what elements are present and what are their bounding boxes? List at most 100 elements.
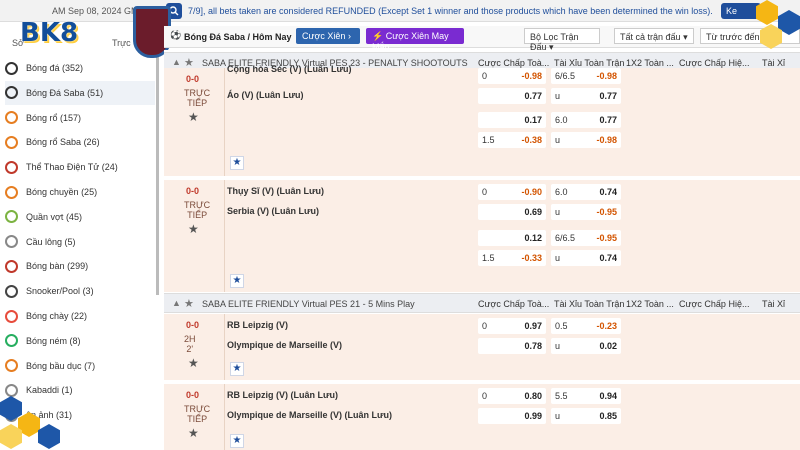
league-header[interactable]: ▲ ★ SABA ELITE FRIENDLY Virtual PES 21 - 5…	[164, 293, 800, 313]
add-favorite-icon[interactable]: ★	[230, 434, 244, 448]
sidebar-item[interactable]: Quần vợt (45)	[5, 205, 155, 229]
handicap-odds-cell[interactable]: 0.99	[478, 408, 546, 424]
lightning-icon: ⚡	[372, 31, 384, 41]
over-under-line: 6/6.5	[555, 233, 576, 243]
sidebar-scrollbar[interactable]	[156, 55, 159, 295]
chevron-down-icon: ▾	[683, 32, 688, 42]
handicap-odds-cell[interactable]: 0 0.97	[478, 318, 546, 334]
sidebar-item[interactable]: Bóng Đá Saba (51)	[5, 80, 155, 105]
over-under-odds-cell[interactable]: 6.0 0.77	[551, 112, 621, 128]
over-under-odds-cell[interactable]: 0.5 -0.23	[551, 318, 621, 334]
add-favorite-icon[interactable]: ★	[230, 362, 244, 376]
sidebar-item-count: (3)	[82, 286, 94, 297]
sidebar-item-label: Cầu lông	[26, 236, 63, 247]
favorite-star-icon[interactable]: ★	[188, 222, 199, 236]
parlay-label: Cược Xiên	[302, 31, 346, 41]
over-under-line: u	[555, 135, 561, 145]
over-under-odds-cell[interactable]: u 0.85	[551, 408, 621, 424]
handicap-line: 1.5	[482, 253, 495, 263]
handicap-odds: 0.69	[524, 207, 542, 217]
handicap-line: 0	[482, 71, 488, 81]
sport-icon	[5, 309, 18, 323]
over-under-odds-cell[interactable]: 5.5 0.94	[551, 388, 621, 404]
over-under-odds-cell[interactable]: 6/6.5 -0.98	[551, 68, 621, 84]
match-row: 0-0 TRỰC TIẾP ★ Thụy Sĩ (V) (Luân Lưu) Serbia…	[164, 180, 800, 292]
over-under-odds-cell[interactable]: u 0.74	[551, 250, 621, 266]
match-status: TRỰC TIẾP	[184, 200, 210, 220]
favorite-star-icon[interactable]: ★	[188, 356, 199, 370]
status-line-1: 2H	[184, 334, 196, 344]
over-under-odds: 0.77	[599, 91, 617, 101]
handicap-line: 0	[482, 391, 488, 401]
add-favorite-icon[interactable]: ★	[230, 156, 244, 170]
over-under-odds-cell[interactable]: u 0.77	[551, 88, 621, 104]
favorite-star-icon[interactable]: ★	[188, 426, 199, 440]
sidebar-item[interactable]: Snooker/Pool (3)	[5, 279, 155, 303]
over-under-odds-cell[interactable]: 6.0 0.74	[551, 184, 621, 200]
all-matches-label: Tất cả trận đấu	[620, 32, 681, 42]
handicap-odds-cell[interactable]: 0 -0.98	[478, 68, 546, 84]
over-under-odds-cell[interactable]: 6/6.5 -0.95	[551, 230, 621, 246]
sidebar-item[interactable]: Kabaddi (1)	[5, 378, 155, 402]
favorite-star-icon[interactable]: ★	[188, 110, 199, 124]
handicap-odds: 0.97	[524, 321, 542, 331]
handicap-odds: 0.12	[524, 233, 542, 243]
away-team: Olympique de Marseille (V) (Luân Lưu)	[227, 410, 393, 420]
lucky-parlay-button[interactable]: ⚡ Cược Xiên May Mắn	[366, 28, 464, 52]
sidebar-item-count: (25)	[81, 187, 98, 197]
handicap-odds-cell[interactable]: 0.78	[478, 338, 546, 354]
login-button[interactable]: Ke	[721, 3, 761, 19]
over-under-line: 6.0	[555, 115, 568, 125]
sidebar-item[interactable]: Bóng rổ Saba (26)	[5, 130, 155, 154]
handicap-odds-cell[interactable]: 0.17	[478, 112, 546, 128]
sidebar-item[interactable]: Bóng bàn (299)	[5, 254, 155, 278]
status-line-1: TRỰC	[184, 88, 211, 98]
sidebar-item[interactable]: Bóng ném (8)	[5, 329, 155, 353]
collapse-icon[interactable]: ▲	[172, 298, 181, 308]
star-icon[interactable]: ★	[184, 297, 194, 310]
over-under-odds: 0.85	[599, 411, 617, 421]
sports-sidebar: Sở Trực ti Bóng đá (352) Bóng Đá Saba (51…	[0, 38, 157, 450]
sidebar-item[interactable]: Bóng chuyền (25)	[5, 180, 155, 204]
collapse-icon[interactable]: ▲	[172, 57, 181, 67]
over-under-line: 0.5	[555, 321, 568, 331]
over-under-odds-cell[interactable]: u -0.98	[551, 132, 621, 148]
handicap-odds-cell[interactable]: 0.12	[478, 230, 546, 246]
sidebar-item-count: (5)	[64, 236, 76, 247]
add-favorite-icon[interactable]: ★	[230, 274, 244, 288]
sidebar-item[interactable]: Bóng rổ (157)	[5, 106, 155, 130]
handicap-odds: 0.78	[524, 341, 542, 351]
over-under-odds-cell[interactable]: u -0.95	[551, 204, 621, 220]
all-matches-select[interactable]: Tất cả trận đấu ▾	[614, 28, 694, 44]
away-team: Serbia (V) (Luân Lưu)	[227, 206, 320, 216]
breadcrumb-bar: ⚽ Bóng Đá Saba / Hôm Nay Cược Xiên › ⚡ C…	[164, 26, 800, 52]
sport-icon	[5, 185, 18, 199]
away-team: Olympique de Marseille (V)	[227, 340, 343, 350]
sidebar-item-count: (7)	[84, 360, 96, 371]
brand-area: BK8	[0, 0, 171, 70]
sport-icon	[5, 383, 18, 397]
lucky-parlay-label: Cược Xiên May Mắn	[372, 31, 449, 52]
sport-icon	[5, 160, 18, 174]
handicap-odds-cell[interactable]: 0.77	[478, 88, 546, 104]
handicap-odds-cell[interactable]: 1.5 -0.38	[478, 132, 546, 148]
over-under-odds-cell[interactable]: u 0.02	[551, 338, 621, 354]
sidebar-item-count: (22)	[71, 311, 88, 321]
handicap-odds-cell[interactable]: 0 0.80	[478, 388, 546, 404]
sidebar-item-label: Bóng chày	[26, 311, 69, 321]
sidebar-item-count: (45)	[65, 211, 82, 222]
sidebar-item[interactable]: Bóng bầu dục (7)	[5, 354, 155, 378]
sport-icon	[5, 235, 18, 249]
sidebar-item-count: (8)	[69, 335, 81, 346]
sport-icon	[5, 210, 18, 224]
match-filter-select[interactable]: Bộ Lọc Trận Đấu ▾	[524, 28, 600, 52]
sidebar-item[interactable]: Cầu lông (5)	[5, 230, 155, 254]
sidebar-item-label: Bóng bầu dục	[26, 360, 82, 371]
league-title: SABA ELITE FRIENDLY Virtual PES 21 - 5 M…	[202, 299, 415, 309]
handicap-odds-cell[interactable]: 0.69	[478, 204, 546, 220]
handicap-odds-cell[interactable]: 1.5 -0.33	[478, 250, 546, 266]
parlay-button[interactable]: Cược Xiên ›	[296, 28, 360, 44]
sidebar-item[interactable]: Thể Thao Điện Tử (24)	[5, 155, 155, 179]
sidebar-item[interactable]: Bóng chày (22)	[5, 304, 155, 328]
handicap-odds-cell[interactable]: 0 -0.90	[478, 184, 546, 200]
